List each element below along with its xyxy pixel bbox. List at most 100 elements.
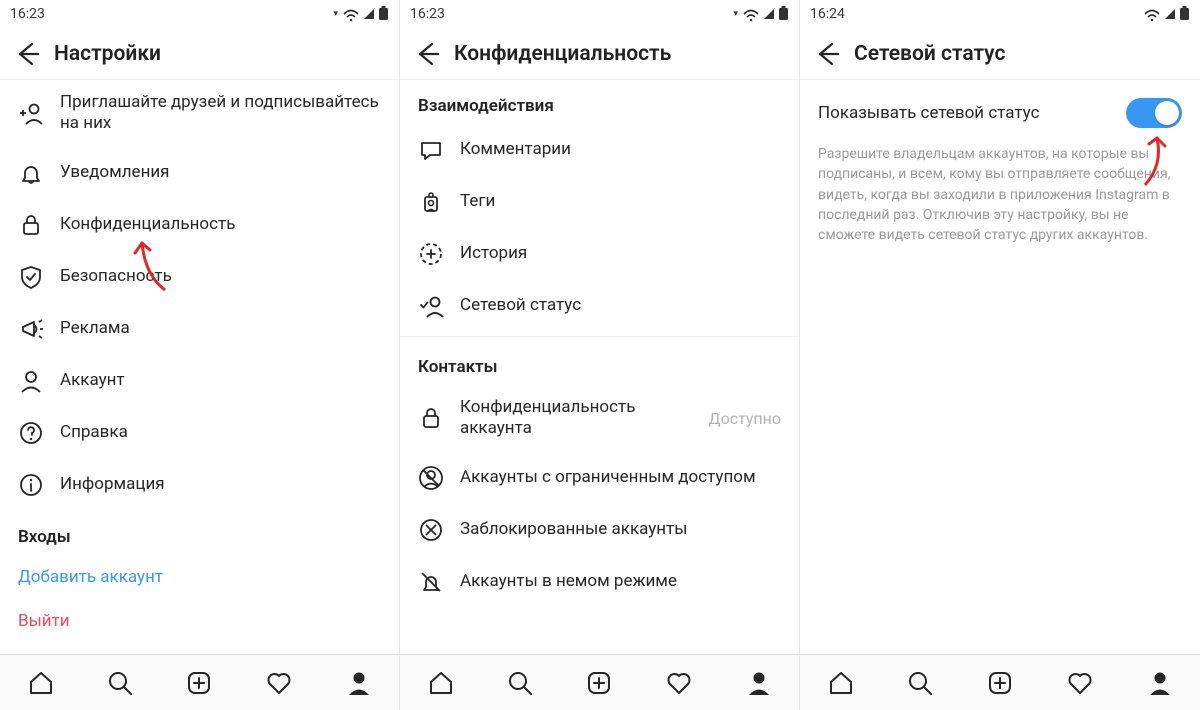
header: Сетевой статус bbox=[800, 28, 1200, 80]
row-comments[interactable]: Комментарии bbox=[400, 124, 799, 176]
help-icon bbox=[18, 420, 44, 446]
blocked-icon bbox=[418, 517, 444, 543]
nav-search[interactable] bbox=[105, 668, 135, 698]
nav-profile[interactable] bbox=[344, 668, 374, 698]
info-icon bbox=[18, 472, 44, 498]
row-privacy[interactable]: Конфиденциальность bbox=[0, 199, 399, 251]
page-title: Сетевой статус bbox=[854, 42, 1005, 66]
nav-home[interactable] bbox=[25, 668, 55, 698]
screen-activity-status: 16:24 Сетевой статус Показывать сетевой … bbox=[800, 0, 1200, 710]
row-activity-status[interactable]: Сетевой статус bbox=[400, 280, 799, 332]
back-arrow-icon bbox=[12, 40, 40, 68]
row-label: Сетевой статус bbox=[460, 295, 581, 316]
home-icon bbox=[826, 669, 854, 697]
row-label: Заблокированные аккаунты bbox=[460, 519, 687, 540]
nav-search[interactable] bbox=[905, 668, 935, 698]
statusbar: 16:23 ▾ bbox=[400, 0, 799, 28]
bell-icon bbox=[18, 160, 44, 186]
divider bbox=[400, 336, 799, 337]
header: Конфиденциальность bbox=[400, 28, 799, 80]
add-user-icon bbox=[18, 100, 44, 126]
row-story[interactable]: История bbox=[400, 228, 799, 280]
nav-new[interactable] bbox=[584, 668, 614, 698]
row-trail: Доступно bbox=[709, 409, 781, 428]
status-time: 16:23 bbox=[410, 6, 445, 22]
section-logins: Входы bbox=[0, 511, 399, 555]
row-invite-friends[interactable]: Приглашайте друзей и подписывайтесь на н… bbox=[0, 80, 399, 147]
nav-activity[interactable] bbox=[664, 668, 694, 698]
row-account[interactable]: Аккаунт bbox=[0, 355, 399, 407]
screen-settings: 16:23 ▾ Настройки Приглашайте друзей и п… bbox=[0, 0, 400, 710]
story-icon bbox=[418, 241, 444, 267]
lock-icon bbox=[418, 405, 444, 431]
row-notifications[interactable]: Уведомления bbox=[0, 147, 399, 199]
nav-search[interactable] bbox=[505, 668, 535, 698]
tag-icon bbox=[418, 189, 444, 215]
plus-icon bbox=[185, 669, 213, 697]
nav-home[interactable] bbox=[825, 668, 855, 698]
status-icons bbox=[1143, 6, 1190, 22]
row-restricted[interactable]: Аккаунты с ограниченным доступом bbox=[400, 452, 799, 504]
page-title: Конфиденциальность bbox=[454, 42, 671, 66]
status-icons: ▾ bbox=[333, 6, 389, 22]
back-button[interactable] bbox=[812, 40, 842, 68]
heart-icon bbox=[665, 669, 693, 697]
nav-activity[interactable] bbox=[264, 668, 294, 698]
nav-home[interactable] bbox=[425, 668, 455, 698]
nav-activity[interactable] bbox=[1065, 668, 1095, 698]
statusbar: 16:23 ▾ bbox=[0, 0, 399, 28]
status-icons: ▾ bbox=[733, 6, 789, 22]
row-about[interactable]: Информация bbox=[0, 459, 399, 511]
row-label: Конфиденциальность аккаунта bbox=[460, 397, 693, 440]
row-security[interactable]: Безопасность bbox=[0, 251, 399, 303]
plus-icon bbox=[986, 669, 1014, 697]
row-label: Справка bbox=[60, 422, 128, 443]
row-tags[interactable]: Теги bbox=[400, 176, 799, 228]
back-button[interactable] bbox=[412, 40, 442, 68]
status-time: 16:23 bbox=[10, 6, 45, 22]
nav-profile[interactable] bbox=[1145, 668, 1175, 698]
add-account-link[interactable]: Добавить аккаунт bbox=[0, 555, 399, 599]
row-account-privacy[interactable]: Конфиденциальность аккаунта Доступно bbox=[400, 385, 799, 452]
bottom-nav bbox=[0, 654, 399, 710]
nav-profile[interactable] bbox=[744, 668, 774, 698]
header: Настройки bbox=[0, 28, 399, 80]
row-label: Аккаунт bbox=[60, 370, 125, 391]
search-icon bbox=[506, 669, 534, 697]
mute-icon bbox=[418, 569, 444, 595]
privacy-list: Взаимодействия Комментарии Теги История … bbox=[400, 80, 799, 654]
back-button[interactable] bbox=[12, 40, 42, 68]
page-title: Настройки bbox=[54, 42, 161, 66]
bottom-nav bbox=[800, 654, 1200, 710]
statusbar: 16:24 bbox=[800, 0, 1200, 28]
activity-status-toggle[interactable] bbox=[1126, 98, 1182, 128]
lock-icon bbox=[18, 212, 44, 238]
row-label: Информация bbox=[60, 474, 165, 495]
row-ads[interactable]: Реклама bbox=[0, 303, 399, 355]
row-label: Конфиденциальность bbox=[60, 214, 235, 235]
row-label: История bbox=[460, 243, 527, 264]
row-label: Уведомления bbox=[60, 162, 170, 183]
activity-status-description: Разрешите владельцам аккаунтов, на котор… bbox=[800, 136, 1200, 253]
bottom-nav bbox=[400, 654, 799, 710]
row-label: Приглашайте друзей и подписывайтесь на н… bbox=[60, 92, 381, 135]
row-label: Комментарии bbox=[460, 139, 571, 160]
toggle-knob bbox=[1155, 101, 1179, 125]
row-muted[interactable]: Аккаунты в немом режиме bbox=[400, 556, 799, 608]
nav-new[interactable] bbox=[985, 668, 1015, 698]
toggle-row-activity-status: Показывать сетевой статус bbox=[800, 80, 1200, 136]
status-time: 16:24 bbox=[810, 6, 845, 22]
row-label: Теги bbox=[460, 191, 495, 212]
logout-link[interactable]: Выйти bbox=[0, 599, 399, 631]
shield-icon bbox=[18, 264, 44, 290]
nav-new[interactable] bbox=[184, 668, 214, 698]
activity-status-content: Показывать сетевой статус Разрешите влад… bbox=[800, 80, 1200, 654]
row-blocked[interactable]: Заблокированные аккаунты bbox=[400, 504, 799, 556]
back-arrow-icon bbox=[812, 40, 840, 68]
home-icon bbox=[426, 669, 454, 697]
row-help[interactable]: Справка bbox=[0, 407, 399, 459]
screen-privacy: 16:23 ▾ Конфиденциальность Взаимодействи… bbox=[400, 0, 800, 710]
home-icon bbox=[26, 669, 54, 697]
profile-icon bbox=[745, 669, 773, 697]
profile-icon bbox=[1146, 669, 1174, 697]
